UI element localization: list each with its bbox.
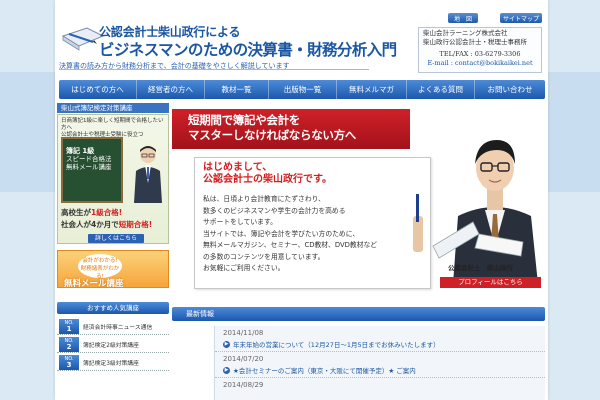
site-tagline: 決算書の読み方から財務分析まで、会計の基礎をやさしく解説しています xyxy=(59,61,369,70)
news-list: 2014/11/08 ▶ 年末年始の営業について（12月27日～1月5日までお休み… xyxy=(214,326,545,400)
rank-item-2[interactable]: NO. 2 簿記検定2級対策講座 xyxy=(57,336,169,353)
course-header: 柴山式簿記検定対策講座 xyxy=(57,103,169,113)
rank-badge: NO. 2 xyxy=(59,336,79,352)
popular-courses-header: おすすめ人気講座 xyxy=(57,302,169,314)
nav-publications[interactable]: 出版物一覧 xyxy=(269,80,337,99)
rank-badge: NO. 3 xyxy=(59,354,79,370)
greeting-box: はじめまして、 公認会計士の柴山政行です。 私は、日頃より会計教育にたずさわり、… xyxy=(194,157,431,289)
company-name: 柴山会計ラーニング株式会社 xyxy=(423,29,508,37)
news-date: 2014/11/08 xyxy=(223,329,264,337)
hero-headline: 短期間で簿記や会計を マスターしなければならない方へ xyxy=(172,109,410,149)
nav-materials[interactable]: 教材一覧 xyxy=(205,80,269,99)
promo-intro: 日商簿記1級に楽しく短期間で合格したい方へ 公認会計士や税理士受験に役立つ xyxy=(61,118,164,138)
nav-first-time[interactable]: はじめての方へ xyxy=(59,80,137,99)
profile-button[interactable]: プロフィールはこちら xyxy=(440,277,541,288)
map-button[interactable]: 地 図 xyxy=(448,13,478,23)
rank-title: 簿記検定2級対策講座 xyxy=(83,342,139,349)
site-title[interactable]: ビジネスマンのための決算書・財務分析入門 xyxy=(99,38,397,60)
nav-faq[interactable]: よくある質問 xyxy=(407,80,475,99)
nav-newsletter[interactable]: 無料メルマガ xyxy=(337,80,407,99)
boki-course-banner[interactable]: 日商簿記1級に楽しく短期間で合格したい方へ 公認会計士や税理士受験に役立つ 簿記… xyxy=(57,114,169,244)
company-info-box: 柴山会計ラーニング株式会社 柴山政行公認会計士・税理士事務所 TEL/FAX :… xyxy=(418,27,542,73)
rank-badge: NO. 1 xyxy=(59,318,79,334)
main-nav: はじめての方へ 経営者の方へ 教材一覧 出版物一覧 無料メルマガ よくある質問 … xyxy=(59,80,545,99)
news-date: 2014/08/29 xyxy=(223,381,264,389)
page-container: 公認会計士柴山政行による ビジネスマンのための決算書・財務分析入門 決算書の読み… xyxy=(55,0,548,400)
highschool-line: 高校生が1級合格! xyxy=(61,208,123,217)
greeting-heading: はじめまして、 公認会計士の柴山政行です。 xyxy=(203,162,332,185)
rank-item-3[interactable]: NO. 3 簿記検定3級対策講座 xyxy=(57,354,169,371)
sitemap-button[interactable]: サイトマップ xyxy=(500,13,542,23)
rank-title: 経済会計時事ニュース通信 xyxy=(83,324,153,331)
arrow-right-icon: ▶ xyxy=(223,366,230,374)
chalkboard: 簿記 1級 スピード合格法 無料メール講座 xyxy=(61,137,123,203)
greeting-body: 私は、日頃より会計教育にたずさわり、 数多くのビジネスマンや学生の会計力を高める… xyxy=(203,195,378,272)
instructor-illustration xyxy=(134,146,162,203)
news-date: 2014/07/20 xyxy=(223,355,264,363)
rank-item-1[interactable]: NO. 1 経済会計時事ニュース通信 xyxy=(57,318,169,335)
accounting-mail-banner[interactable]: 会計がわかる! 財務諸表がわかる! 無料メール講座 xyxy=(57,250,169,288)
banner-bubble: 会計がわかる! 財務諸表がわかる! xyxy=(78,254,122,280)
news-header: 最新情報 xyxy=(172,307,545,321)
email-link[interactable]: E-mail : contact@bokikaikei.net xyxy=(423,59,537,68)
banner-mail-course: 無料メール講座 xyxy=(64,279,124,288)
nav-contact[interactable]: お問い合わせ xyxy=(475,80,545,99)
arrow-right-icon: ▶ xyxy=(223,340,230,348)
worker-line: 社会人が4か月で短期合格! xyxy=(61,220,153,229)
course-detail-button[interactable]: 詳しくはこちら xyxy=(88,234,144,243)
tel-fax: TEL/FAX : 03-6279-3306 xyxy=(439,50,521,58)
rank-title: 簿記検定3級対策講座 xyxy=(83,360,139,367)
company-office: 柴山政行公認会計士・税理士事務所 xyxy=(423,38,527,46)
instructor-photo xyxy=(413,140,538,284)
nav-managers[interactable]: 経営者の方へ xyxy=(137,80,205,99)
photo-caption: 公認会計士 柴山政行 xyxy=(448,264,513,272)
news-item[interactable]: ▶ ★会計セミナーのご案内（東京・大阪にて開催予定）★ ご案内 xyxy=(215,363,545,378)
news-item[interactable]: ▶ 年末年始の営業について（12月27日～1月5日までお休みいたします） xyxy=(215,337,545,352)
